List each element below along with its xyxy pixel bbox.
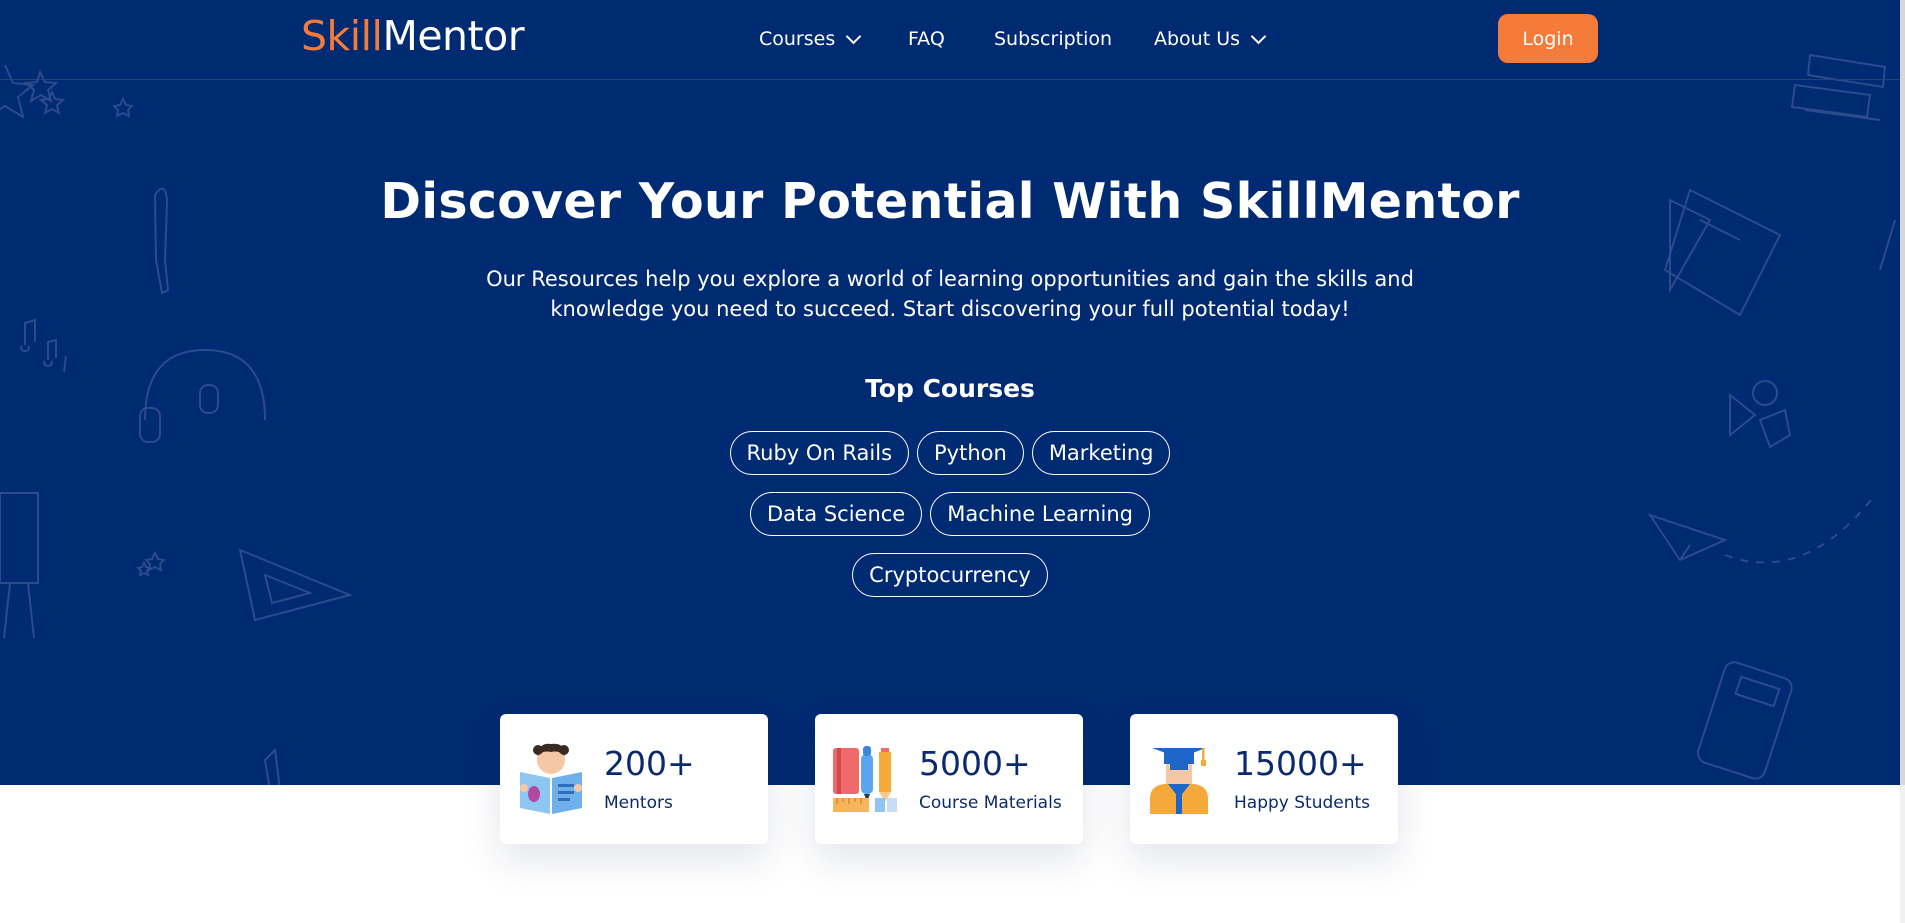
nav-courses[interactable]: Courses bbox=[759, 28, 862, 50]
reading-mentor-icon bbox=[520, 743, 582, 814]
hero-section: SkillMentor Courses FAQ Subscription Abo… bbox=[0, 0, 1900, 785]
top-courses-heading: Top Courses bbox=[865, 374, 1035, 403]
course-pill-python[interactable]: Python bbox=[917, 431, 1024, 475]
stat-value: 5000+ bbox=[919, 744, 1031, 783]
course-pill-row: Data Science Machine Learning bbox=[0, 492, 1900, 536]
hero-subtitle-line: knowledge you need to succeed. Start dis… bbox=[550, 297, 1350, 321]
login-button[interactable]: Login bbox=[1498, 14, 1598, 63]
course-pill-cryptocurrency[interactable]: Cryptocurrency bbox=[852, 553, 1048, 597]
stat-label: Mentors bbox=[604, 793, 673, 813]
page-scrollbar[interactable] bbox=[1900, 0, 1905, 923]
hero-subtitle: Our Resources help you explore a world o… bbox=[450, 264, 1450, 324]
stat-value: 15000+ bbox=[1234, 744, 1367, 783]
course-pill-marketing[interactable]: Marketing bbox=[1031, 431, 1171, 475]
brand-logo-mentor: Mentor bbox=[382, 12, 525, 60]
nav-subscription-label: Subscription bbox=[994, 28, 1113, 50]
hero-subtitle-line: Our Resources help you explore a world o… bbox=[486, 267, 1414, 291]
nav-about-us[interactable]: About Us bbox=[1154, 28, 1267, 50]
nav-courses-label: Courses bbox=[759, 28, 836, 50]
navbar: SkillMentor Courses FAQ Subscription Abo… bbox=[0, 0, 1900, 80]
books-stationery-icon bbox=[833, 746, 897, 812]
stat-card-happy-students: 15000+ Happy Students bbox=[1130, 714, 1398, 844]
stat-label: Happy Students bbox=[1234, 793, 1371, 813]
chevron-down-icon bbox=[845, 28, 862, 44]
course-pill-data-science[interactable]: Data Science bbox=[750, 492, 923, 536]
course-pill-machine-learning[interactable]: Machine Learning bbox=[930, 492, 1150, 536]
stat-card-mentors: 200+ Mentors bbox=[500, 714, 768, 844]
graduate-student-icon bbox=[1150, 748, 1208, 814]
nav-about-us-label: About Us bbox=[1154, 28, 1241, 50]
nav-faq[interactable]: FAQ bbox=[908, 28, 945, 50]
hero-title: Discover Your Potential With SkillMentor bbox=[380, 173, 1520, 230]
stat-card-course-materials: 5000+ Course Materials bbox=[815, 714, 1083, 844]
nav-faq-label: FAQ bbox=[908, 28, 945, 50]
brand-logo-skill: Skill bbox=[301, 12, 383, 60]
course-pill-ruby-on-rails[interactable]: Ruby On Rails bbox=[729, 431, 910, 475]
stat-value: 200+ bbox=[604, 744, 695, 783]
nav-subscription[interactable]: Subscription bbox=[994, 28, 1112, 50]
scrollbar-thumb[interactable] bbox=[1900, 0, 1905, 785]
chevron-down-icon bbox=[1250, 28, 1267, 44]
course-pill-row: Ruby On Rails Python Marketing bbox=[0, 431, 1900, 475]
stat-label: Course Materials bbox=[919, 793, 1062, 813]
course-pill-row: Cryptocurrency bbox=[0, 553, 1900, 597]
brand-logo[interactable]: SkillMentor bbox=[301, 12, 525, 60]
